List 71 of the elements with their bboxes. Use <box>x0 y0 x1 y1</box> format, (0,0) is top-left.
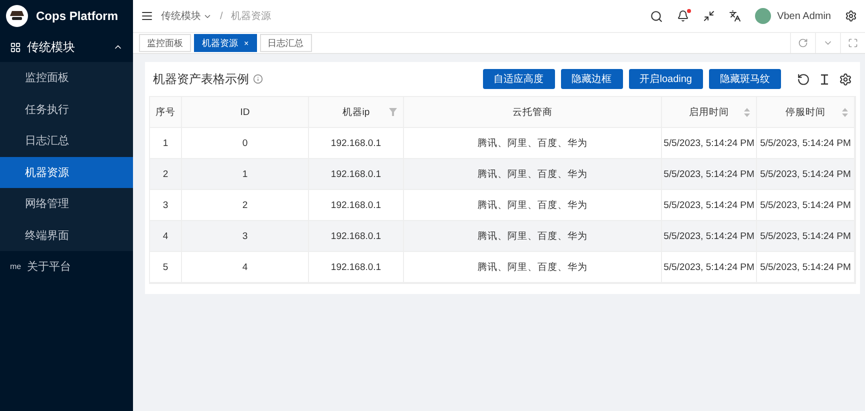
table-cell: 5/5/2023, 5:14:24 PM <box>757 221 855 252</box>
menu-icon[interactable] <box>141 10 153 22</box>
action-button[interactable]: 开启loading <box>628 69 703 89</box>
table-cell: 5/5/2023, 5:14:24 PM <box>662 128 757 159</box>
card-title: 机器资产表格示例 <box>153 70 249 88</box>
table-cell: 5/5/2023, 5:14:24 PM <box>662 252 757 283</box>
table-cell: 腾讯、阿里、百度、华为 <box>404 221 662 252</box>
breadcrumb-separator: / <box>220 10 223 22</box>
column-header[interactable]: 停服时间 <box>757 97 855 128</box>
column-header[interactable]: ID <box>182 97 309 128</box>
table-cell: 1 <box>182 159 309 190</box>
table-cell: 5/5/2023, 5:14:24 PM <box>757 159 855 190</box>
table-cell: 192.168.0.1 <box>309 159 404 190</box>
table-cell: 3 <box>150 190 182 221</box>
table-cell: 2 <box>182 190 309 221</box>
table-cell: 4 <box>150 221 182 252</box>
table-cell: 5/5/2023, 5:14:24 PM <box>757 190 855 221</box>
table-cell: 腾讯、阿里、百度、华为 <box>404 159 662 190</box>
sidebar-item[interactable]: 终端界面 <box>0 220 133 251</box>
table-cell: 5/5/2023, 5:14:24 PM <box>662 159 757 190</box>
table-cell: 4 <box>182 252 309 283</box>
sidebar-item[interactable]: 机器资源 <box>0 156 133 188</box>
table-cell: 192.168.0.1 <box>309 252 404 283</box>
tab[interactable]: 机器资源 × <box>194 34 257 52</box>
action-button[interactable]: 自适应高度 <box>482 69 555 89</box>
user-name[interactable]: Vben Admin <box>777 10 831 22</box>
table-cell: 192.168.0.1 <box>309 128 404 159</box>
action-button[interactable]: 隐藏边框 <box>560 69 623 89</box>
table-cell: 5/5/2023, 5:14:24 PM <box>757 128 855 159</box>
menu-group[interactable]: 传统模块 <box>0 32 133 62</box>
sidebar-item[interactable]: 网络管理 <box>0 188 133 220</box>
tab[interactable]: 日志汇总 <box>260 34 312 52</box>
menu-group-label: 传统模块 <box>27 38 75 56</box>
table-cell: 5/5/2023, 5:14:24 PM <box>662 221 757 252</box>
sidebar-item[interactable]: 监控面板 <box>0 62 133 94</box>
language-icon[interactable] <box>729 10 742 22</box>
breadcrumb-item[interactable]: 传统模块 <box>161 9 212 23</box>
settings-icon[interactable] <box>845 10 857 22</box>
sidebar-item[interactable]: 关于平台 <box>27 258 72 274</box>
table-cell: 5/5/2023, 5:14:24 PM <box>757 252 855 283</box>
table-cell: 2 <box>150 159 182 190</box>
column-header[interactable]: 启用时间 <box>662 97 757 128</box>
settings-icon[interactable] <box>839 72 852 86</box>
table-cell: 5/5/2023, 5:14:24 PM <box>662 190 757 221</box>
avatar[interactable] <box>755 8 772 24</box>
action-button[interactable]: 隐藏斑马纹 <box>709 69 781 89</box>
column-header[interactable]: 机器ip <box>309 97 404 128</box>
table-cell: 3 <box>182 221 309 252</box>
table-cell: 1 <box>150 128 182 159</box>
table-cell: 5 <box>150 252 182 283</box>
refresh-icon[interactable] <box>797 72 810 86</box>
column-header[interactable]: 云托管商 <box>404 97 662 128</box>
sidebar-item[interactable]: 日志汇总 <box>0 125 133 156</box>
table-cell: 0 <box>182 128 309 159</box>
logo-icon <box>6 5 28 27</box>
notification-icon[interactable] <box>677 10 690 22</box>
table-cell: 腾讯、阿里、百度、华为 <box>404 128 662 159</box>
column-height-icon[interactable] <box>818 72 831 86</box>
grid-icon <box>10 42 21 52</box>
brand-name: Cops Platform <box>36 9 118 23</box>
column-header[interactable]: 序号 <box>150 97 182 128</box>
table-cell: 192.168.0.1 <box>309 190 404 221</box>
menu-prefix: me <box>10 262 22 270</box>
tab[interactable]: 监控面板 <box>139 34 191 52</box>
table-cell: 192.168.0.1 <box>309 221 404 252</box>
table-cell: 腾讯、阿里、百度、华为 <box>404 252 662 283</box>
close-icon[interactable]: × <box>244 38 249 48</box>
search-icon[interactable] <box>650 10 664 22</box>
info-icon <box>253 74 263 84</box>
sidebar-item[interactable]: 任务执行 <box>0 94 133 125</box>
table-cell: 腾讯、阿里、百度、华为 <box>404 190 662 221</box>
